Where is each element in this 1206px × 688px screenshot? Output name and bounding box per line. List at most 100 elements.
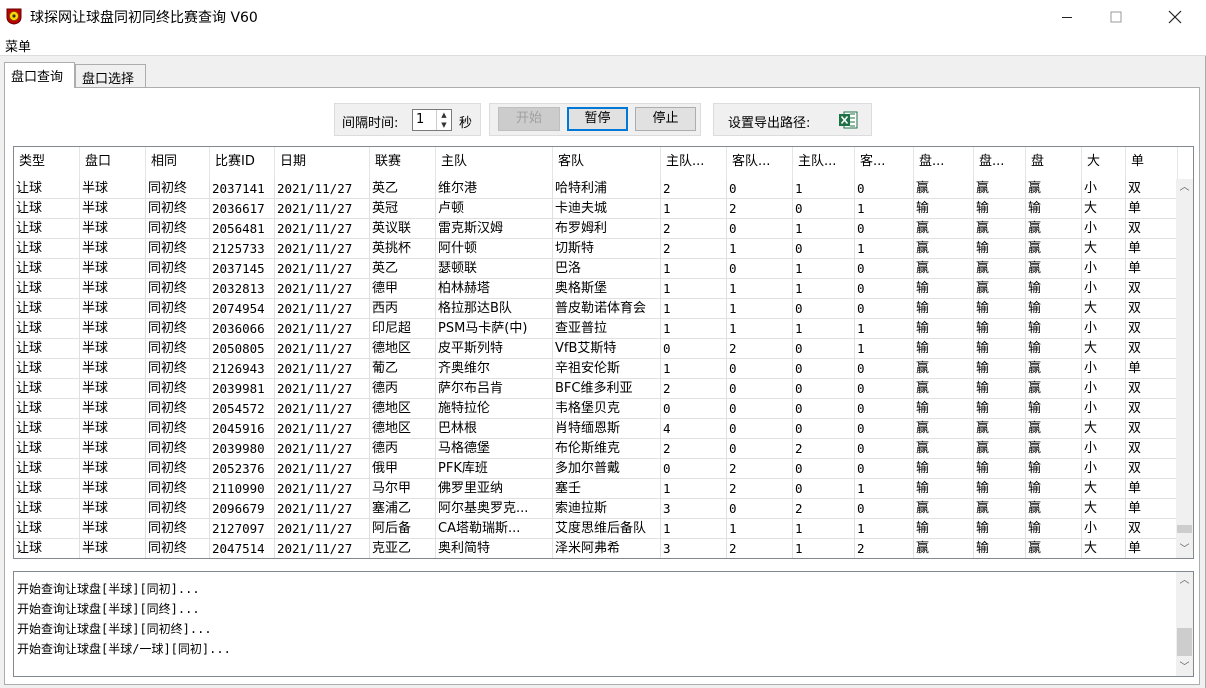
spin-up-icon[interactable]: ▲ xyxy=(437,110,451,120)
table-cell: 大 xyxy=(1082,199,1126,219)
table-cell: 2021/11/27 xyxy=(275,479,370,499)
table-row[interactable]: 让球 半球 同初终 2032813 2021/11/27 德甲 柏林赫塔 奥格斯堡 1 1 1 0 输赢… xyxy=(14,279,1178,299)
table-cell: 2052376 xyxy=(210,459,275,479)
column-header[interactable]: 盘口 xyxy=(80,147,146,179)
spin-down-icon[interactable]: ▼ xyxy=(437,120,451,130)
table-cell: 2 xyxy=(727,199,793,219)
close-button[interactable] xyxy=(1152,0,1198,33)
table-cell: 3 xyxy=(661,539,727,558)
log-scrollbar[interactable]: ︿ ﹀ xyxy=(1176,572,1193,676)
scroll-thumb[interactable] xyxy=(1177,525,1192,533)
table-row[interactable]: 让球 半球 同初终 2037141 2021/11/27 英乙 维尔港 哈特利浦 2 0 1 0 赢赢赢… xyxy=(14,179,1178,199)
table-cell: 大 xyxy=(1082,299,1126,319)
table-cell: 输 xyxy=(1026,279,1082,299)
table-cell: 输 xyxy=(1026,339,1082,359)
column-header[interactable]: 主队 xyxy=(436,147,553,179)
table-row[interactable]: 让球 半球 同初终 2050805 2021/11/27 德地区 皮平斯列特 VfB艾斯特 0 2… xyxy=(14,339,1178,359)
table-cell: 赢 xyxy=(914,239,974,259)
table-row[interactable]: 让球 半球 同初终 2110990 2021/11/27 马尔甲 佛罗里亚纳 塞壬 1 2 0 1 输输… xyxy=(14,479,1178,499)
minimize-button[interactable] xyxy=(1044,0,1090,33)
scroll-down-icon[interactable]: ﹀ xyxy=(1176,541,1193,558)
table-cell: 0 xyxy=(727,259,793,279)
table-cell: 布罗姆利 xyxy=(553,219,661,239)
column-header[interactable]: 盘... xyxy=(914,147,974,179)
column-header[interactable]: 主队... xyxy=(661,147,727,179)
table-cell: 半球 xyxy=(80,199,146,219)
table-cell: 赢 xyxy=(914,259,974,279)
column-header[interactable]: 单 xyxy=(1126,147,1178,179)
table-row[interactable]: 让球 半球 同初终 2056481 2021/11/27 英议联 雷克斯汉姆 布罗姆利 2 0 1 0… xyxy=(14,219,1178,239)
column-header[interactable]: 盘... xyxy=(974,147,1026,179)
results-table[interactable]: 类型 盘口 相同 比赛ID 日期 联赛 主队 客队 主队... 客队... 主队... 客... 盘..… xyxy=(13,146,1194,559)
column-header[interactable]: 客... xyxy=(855,147,914,179)
table-scrollbar[interactable]: ︿ ﹀ xyxy=(1176,179,1193,558)
table-row[interactable]: 让球 半球 同初终 2054572 2021/11/27 德地区 施特拉伦 韦格堡贝克 0 0 0 0… xyxy=(14,399,1178,419)
column-header[interactable]: 客队 xyxy=(553,147,661,179)
table-cell: 让球 xyxy=(14,359,80,379)
tab-select[interactable]: 盘口选择 xyxy=(75,64,146,88)
table-cell: 德地区 xyxy=(370,339,436,359)
interval-stepper[interactable]: 1 ▲ ▼ xyxy=(412,109,452,131)
column-header[interactable]: 主队... xyxy=(793,147,855,179)
table-cell: 1 xyxy=(793,279,855,299)
column-header[interactable]: 客队... xyxy=(727,147,793,179)
maximize-icon xyxy=(1110,11,1122,22)
table-row[interactable]: 让球 半球 同初终 2126943 2021/11/27 葡乙 齐奥维尔 辛祖安伦斯 1 0 0 0 赢… xyxy=(14,359,1178,379)
column-header[interactable]: 类型 xyxy=(14,147,80,179)
table-cell: 2039981 xyxy=(210,379,275,399)
table-cell: 让球 xyxy=(14,379,80,399)
column-header[interactable]: 联赛 xyxy=(370,147,436,179)
scroll-down-icon[interactable]: ﹀ xyxy=(1176,659,1193,676)
table-cell: 双 xyxy=(1126,419,1178,439)
table-cell: 赢 xyxy=(914,419,974,439)
table-cell: 英挑杯 xyxy=(370,239,436,259)
menu-item-main[interactable]: 菜单 xyxy=(5,36,31,55)
table-row[interactable]: 让球 半球 同初终 2039980 2021/11/27 德丙 马格德堡 布伦斯维克 2 0 2 0 赢… xyxy=(14,439,1178,459)
scroll-up-icon[interactable]: ︿ xyxy=(1176,572,1193,589)
table-row[interactable]: 让球 半球 同初终 2052376 2021/11/27 俄甲 PFK库班 多加尔普戴 0 2 0 0… xyxy=(14,459,1178,479)
table-cell: 单 xyxy=(1126,539,1178,558)
table-row[interactable]: 让球 半球 同初终 2037145 2021/11/27 英乙 瑟顿联 巴洛 1 0 1 0 赢赢赢小单 xyxy=(14,259,1178,279)
table-cell: 0 xyxy=(793,419,855,439)
table-cell: 2 xyxy=(793,439,855,459)
stop-button[interactable]: 停止 xyxy=(635,107,696,131)
table-cell: 0 xyxy=(793,299,855,319)
maximize-button[interactable] xyxy=(1093,0,1139,33)
table-cell: 1 xyxy=(727,519,793,539)
column-header[interactable]: 日期 xyxy=(275,147,370,179)
column-header[interactable]: 比赛ID xyxy=(210,147,275,179)
table-row[interactable]: 让球 半球 同初终 2036617 2021/11/27 英冠 卢顿 卡迪夫城 1 2 0 1 输输输大… xyxy=(14,199,1178,219)
table-cell: 赢 xyxy=(974,419,1026,439)
scroll-thumb[interactable] xyxy=(1177,628,1192,656)
table-row[interactable]: 让球 半球 同初终 2127097 2021/11/27 阿后备 CA塔勒瑞斯... 艾度思维… xyxy=(14,519,1178,539)
table-row[interactable]: 让球 半球 同初终 2096679 2021/11/27 塞浦乙 阿尔基奥罗克... 索迪拉斯… xyxy=(14,499,1178,519)
table-cell: 赢 xyxy=(974,219,1026,239)
table-cell: 半球 xyxy=(80,439,146,459)
start-button[interactable]: 开始 xyxy=(498,107,560,131)
log-output[interactable]: 开始查询让球盘[半球][同初]... 开始查询让球盘[半球][同终]... 开始… xyxy=(13,571,1194,677)
column-header[interactable]: 相同 xyxy=(146,147,210,179)
table-row[interactable]: 让球 半球 同初终 2039981 2021/11/27 德丙 萨尔布吕肯 BFC维多利亚 2 0… xyxy=(14,379,1178,399)
table-row[interactable]: 让球 半球 同初终 2036066 2021/11/27 印尼超 PSM马卡萨(中) 查亚普拉… xyxy=(14,319,1178,339)
table-cell: 皮平斯列特 xyxy=(436,339,553,359)
table-cell: 输 xyxy=(1026,199,1082,219)
table-row[interactable]: 让球 半球 同初终 2074954 2021/11/27 西丙 格拉那达B队 普皮勒诺体育会 1… xyxy=(14,299,1178,319)
table-cell: 半球 xyxy=(80,539,146,558)
pause-button[interactable]: 暂停 xyxy=(567,107,628,131)
table-cell: 1 xyxy=(661,519,727,539)
excel-icon[interactable] xyxy=(838,110,858,130)
scroll-up-icon[interactable]: ︿ xyxy=(1176,179,1193,196)
table-row[interactable]: 让球 半球 同初终 2045916 2021/11/27 德地区 巴林根 肖特缅恩斯 4 0 0 0 赢… xyxy=(14,419,1178,439)
table-row[interactable]: 让球 半球 同初终 2047514 2021/11/27 克亚乙 奥利简特 泽米阿弗希 3 2 1 2… xyxy=(14,539,1178,558)
table-cell: 瑟顿联 xyxy=(436,259,553,279)
column-header[interactable]: 盘 xyxy=(1026,147,1082,179)
tab-query[interactable]: 盘口查询 xyxy=(4,62,75,88)
column-header[interactable]: 大 xyxy=(1082,147,1126,179)
stepper-arrows[interactable]: ▲ ▼ xyxy=(436,110,451,130)
table-cell: 1 xyxy=(661,479,727,499)
table-cell: 1 xyxy=(661,299,727,319)
table-cell: 赢 xyxy=(1026,439,1082,459)
table-row[interactable]: 让球 半球 同初终 2125733 2021/11/27 英挑杯 阿什顿 切斯特 2 1 0 1 赢输赢… xyxy=(14,239,1178,259)
table-cell: 输 xyxy=(974,319,1026,339)
table-cell: 柏林赫塔 xyxy=(436,279,553,299)
